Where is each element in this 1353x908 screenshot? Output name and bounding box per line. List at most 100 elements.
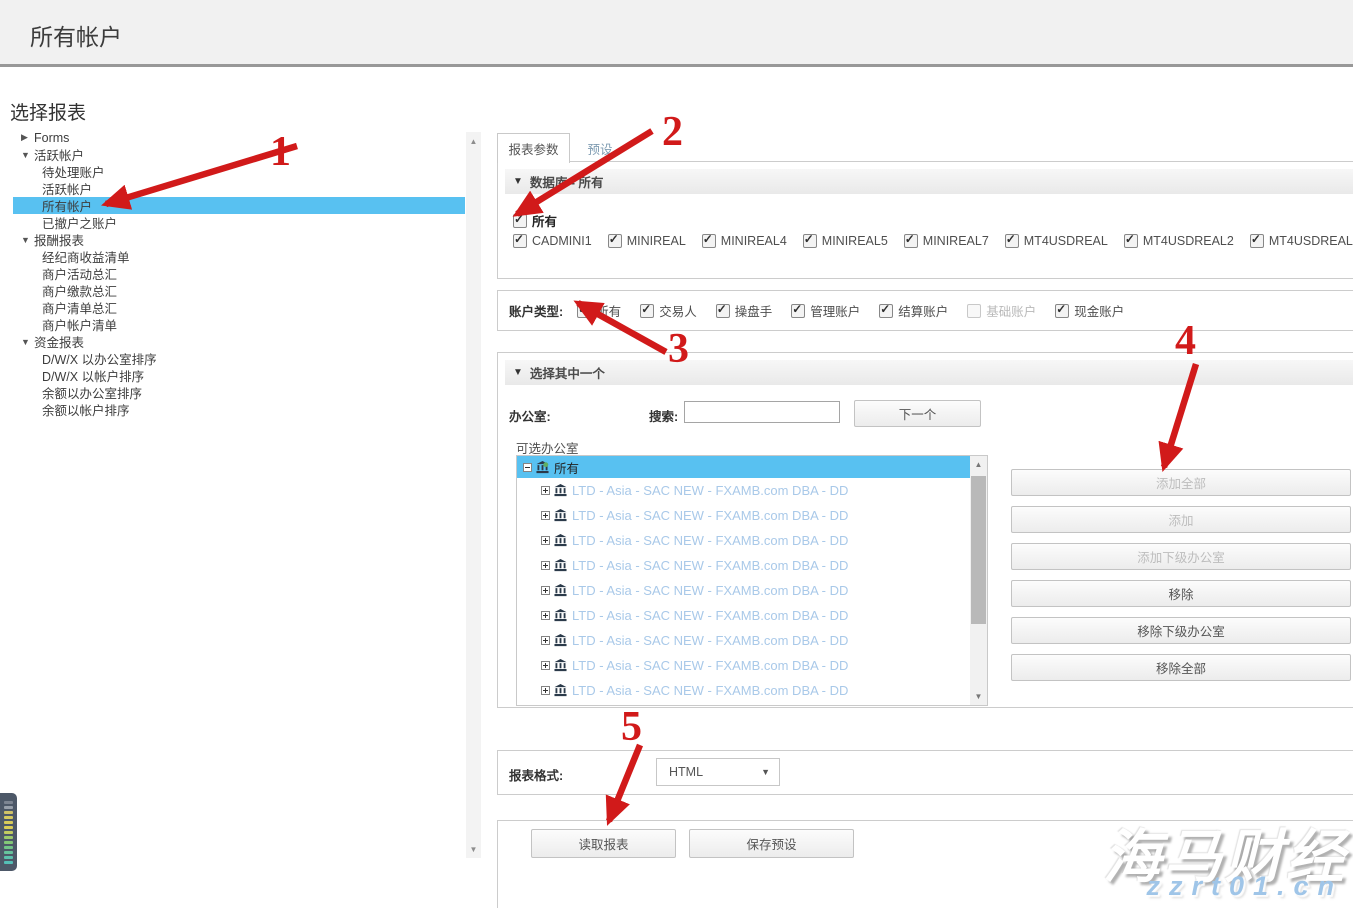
- database-all-checkbox[interactable]: 所有: [513, 211, 557, 230]
- office-root-label: 所有: [554, 458, 579, 477]
- office-action-button[interactable]: 添加下级办公室: [1011, 543, 1351, 570]
- office-item[interactable]: LTD - Asia - SAC NEW - FXAMB.com DBA - D…: [517, 553, 987, 578]
- checkbox-icon[interactable]: [1250, 234, 1264, 248]
- account-type-checkbox[interactable]: 基础账户: [967, 301, 1036, 320]
- content-scrollbar[interactable]: ▲ ▼: [466, 132, 481, 858]
- account-type-checkbox[interactable]: 现金账户: [1055, 301, 1124, 320]
- tree-item[interactable]: D/W/X 以办公室排序: [13, 350, 465, 367]
- expand-box-icon[interactable]: [541, 611, 550, 620]
- checkbox-icon[interactable]: [967, 304, 981, 318]
- expand-box-icon[interactable]: [541, 486, 550, 495]
- tree-expand-icon[interactable]: [21, 235, 34, 245]
- scrollbar-thumb[interactable]: [971, 476, 986, 624]
- checkbox-icon[interactable]: [879, 304, 893, 318]
- tree-item[interactable]: 商户活动总汇: [13, 265, 465, 282]
- database-section-header[interactable]: ▼ 数据库 - 所有: [505, 169, 1353, 194]
- office-action-button[interactable]: 移除: [1011, 580, 1351, 607]
- expand-box-icon[interactable]: [541, 686, 550, 695]
- office-action-button[interactable]: 移除下级办公室: [1011, 617, 1351, 644]
- database-checkbox[interactable]: MINIREAL5: [803, 234, 888, 248]
- office-action-button[interactable]: 移除全部: [1011, 654, 1351, 681]
- checkbox-icon[interactable]: [577, 304, 591, 318]
- collapse-box-icon[interactable]: [523, 463, 532, 472]
- account-type-checkbox[interactable]: 交易人: [640, 301, 697, 320]
- bank-icon: [554, 609, 567, 622]
- tab-presets[interactable]: 预设: [576, 134, 624, 163]
- checkbox-icon[interactable]: [702, 234, 716, 248]
- tree-item[interactable]: 待处理账户: [13, 163, 465, 180]
- office-action-button[interactable]: 添加: [1011, 506, 1351, 533]
- database-checkbox[interactable]: MT4USDREAL3: [1250, 234, 1353, 248]
- account-type-checkbox[interactable]: 操盘手: [716, 301, 773, 320]
- tree-item[interactable]: 余额以帐户排序: [13, 401, 465, 418]
- tree-item[interactable]: 经纪商收益清单: [13, 248, 465, 265]
- database-checkbox[interactable]: MT4USDREAL2: [1124, 234, 1234, 248]
- expand-box-icon[interactable]: [541, 586, 550, 595]
- scroll-down-icon[interactable]: ▼: [970, 689, 987, 704]
- office-item[interactable]: LTD - Asia - SAC NEW - FXAMB.com DBA - D…: [517, 603, 987, 628]
- tree-item[interactable]: 商户帐户清单: [13, 316, 465, 333]
- tree-expand-icon[interactable]: [21, 150, 34, 160]
- account-type-checkbox[interactable]: 结算账户: [879, 301, 948, 320]
- tree-expand-icon[interactable]: [21, 337, 34, 347]
- database-checkbox[interactable]: CADMINI1: [513, 234, 592, 248]
- tree-item[interactable]: 已撤户之账户: [13, 214, 465, 231]
- next-button[interactable]: 下一个: [854, 400, 981, 427]
- tree-expand-icon[interactable]: [21, 132, 34, 143]
- tree-item[interactable]: 商户清单总汇: [13, 299, 465, 316]
- checkbox-icon[interactable]: [1055, 304, 1069, 318]
- database-checkbox[interactable]: MINIREAL: [608, 234, 686, 248]
- expand-box-icon[interactable]: [541, 561, 550, 570]
- tree-item[interactable]: 商户缴款总汇: [13, 282, 465, 299]
- checkbox-icon[interactable]: [1124, 234, 1138, 248]
- tree-item[interactable]: Forms: [13, 129, 465, 146]
- account-type-checkbox[interactable]: 所有: [577, 301, 621, 320]
- tree-item[interactable]: 活跃帐户: [13, 180, 465, 197]
- load-report-button[interactable]: 读取报表: [531, 829, 676, 858]
- tree-item[interactable]: 余额以办公室排序: [13, 384, 465, 401]
- office-list-scrollbar[interactable]: ▲ ▼: [970, 456, 987, 705]
- checkbox-icon[interactable]: [803, 234, 817, 248]
- database-checkbox[interactable]: MT4USDREAL: [1005, 234, 1108, 248]
- checkbox-icon[interactable]: [513, 234, 527, 248]
- checkbox-icon[interactable]: [1005, 234, 1019, 248]
- scroll-up-icon[interactable]: ▲: [466, 134, 481, 148]
- tree-item[interactable]: 所有帐户: [13, 197, 465, 214]
- office-search-input[interactable]: [684, 401, 840, 423]
- checkbox-icon[interactable]: [904, 234, 918, 248]
- checkbox-icon[interactable]: [791, 304, 805, 318]
- office-action-button[interactable]: 添加全部: [1011, 469, 1351, 496]
- expand-box-icon[interactable]: [541, 661, 550, 670]
- tree-item[interactable]: 资金报表: [13, 333, 465, 350]
- report-format-select[interactable]: HTML ▼: [656, 758, 780, 786]
- scroll-up-icon[interactable]: ▲: [970, 457, 987, 472]
- tree-item[interactable]: 报酬报表: [13, 231, 465, 248]
- checkbox-icon[interactable]: [716, 304, 730, 318]
- office-item[interactable]: LTD - Asia - SAC NEW - FXAMB.com DBA - D…: [517, 628, 987, 653]
- database-checkbox[interactable]: MINIREAL4: [702, 234, 787, 248]
- database-checkbox[interactable]: MINIREAL7: [904, 234, 989, 248]
- tree-item[interactable]: D/W/X 以帐户排序: [13, 367, 465, 384]
- checkbox-icon[interactable]: [608, 234, 622, 248]
- expand-box-icon[interactable]: [541, 636, 550, 645]
- office-item[interactable]: LTD - Asia - SAC NEW - FXAMB.com DBA - D…: [517, 578, 987, 603]
- save-preset-button[interactable]: 保存预设: [689, 829, 854, 858]
- office-item[interactable]: LTD - Asia - SAC NEW - FXAMB.com DBA - D…: [517, 678, 987, 703]
- expand-box-icon[interactable]: [541, 536, 550, 545]
- checkbox-icon[interactable]: [513, 214, 527, 228]
- office-item[interactable]: LTD - Asia - SAC NEW - FXAMB.com DBA - D…: [517, 503, 987, 528]
- tree-item[interactable]: 活跃帐户: [13, 146, 465, 163]
- office-item[interactable]: LTD - Asia - SAC NEW - FXAMB.com DBA - D…: [517, 653, 987, 678]
- scroll-down-icon[interactable]: ▼: [466, 842, 481, 856]
- office-item[interactable]: LTD - Asia - SAC NEW - FXAMB.com DBA - D…: [517, 478, 987, 503]
- office-item[interactable]: LTD - Asia - SAC NEW - FXAMB.com DBA - D…: [517, 528, 987, 553]
- office-root-item[interactable]: 所有: [517, 456, 987, 478]
- collapse-caret-icon[interactable]: ▼: [513, 176, 523, 187]
- account-type-checkbox[interactable]: 管理账户: [791, 301, 860, 320]
- collapse-caret-icon[interactable]: ▼: [513, 367, 523, 378]
- office-section-header[interactable]: ▼ 选择其中一个: [505, 360, 1353, 385]
- checkbox-icon[interactable]: [640, 304, 654, 318]
- expand-box-icon[interactable]: [541, 511, 550, 520]
- account-type-options: 所有 交易人 操盘手 管理账户 结算账户 基础账户: [577, 301, 1124, 320]
- tab-report-params[interactable]: 报表参数: [497, 133, 570, 163]
